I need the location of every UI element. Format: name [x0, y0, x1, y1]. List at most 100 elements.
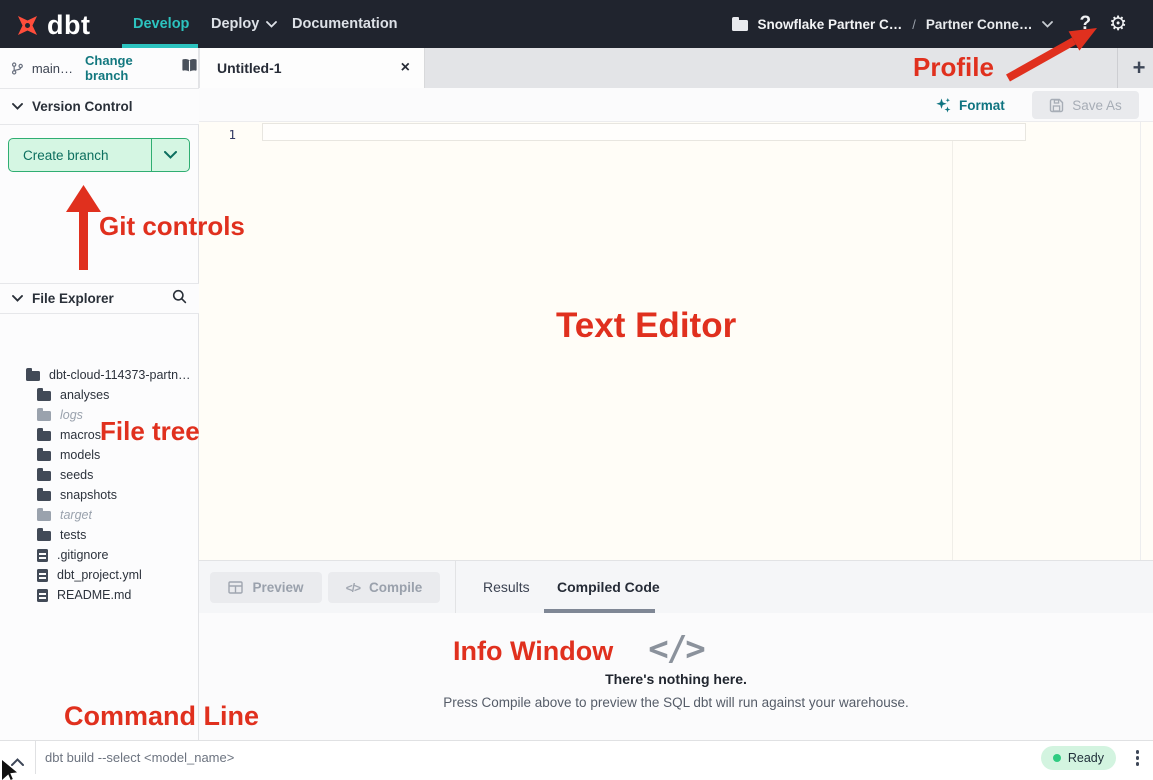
tab-compiled-code[interactable]: Compiled Code — [557, 561, 660, 614]
chevron-down-icon — [266, 21, 277, 28]
file-tree-item-dbt-project-yml[interactable]: dbt_project.yml — [0, 565, 199, 585]
file-explorer-header[interactable]: File Explorer — [0, 283, 199, 314]
dbt-cloud-ide: dbt Develop Deploy Documentation Snowfla… — [0, 0, 1153, 773]
dbt-logo[interactable]: dbt — [14, 10, 90, 41]
chevron-down-icon — [12, 295, 23, 302]
format-button[interactable]: Format — [935, 88, 1005, 122]
compile-label: Compile — [369, 580, 422, 595]
file-tree-item-snapshots[interactable]: snapshots — [0, 485, 199, 505]
breadcrumb-environment[interactable]: Partner Conne… — [926, 17, 1033, 32]
add-tab-button[interactable]: + — [1125, 48, 1153, 88]
command-line-bar: dbt build --select <model_name> Ready — [0, 740, 1153, 773]
gear-icon[interactable]: ⚙ — [1109, 14, 1127, 34]
text-editor[interactable]: 1 — [199, 122, 1153, 560]
help-icon[interactable]: ? — [1079, 13, 1091, 35]
code-icon: </> — [199, 629, 1153, 669]
sparkles-icon — [935, 97, 951, 113]
command-bar-divider — [35, 741, 36, 774]
file-tree-item-label: dbt-cloud-114373-partn… — [49, 368, 191, 382]
folder-icon — [37, 471, 51, 481]
info-window: </> There's nothing here. Press Compile … — [199, 613, 1153, 740]
file-explorer-title: File Explorer — [32, 291, 114, 306]
code-icon: </> — [346, 581, 360, 595]
folder-icon — [37, 531, 51, 541]
table-icon — [228, 581, 243, 594]
active-line-highlight[interactable] — [262, 123, 1026, 141]
folder-icon — [37, 451, 51, 461]
compile-button[interactable]: </> Compile — [328, 572, 440, 603]
branch-row: main… Change branch — [0, 48, 199, 88]
file-tree-item-label: .gitignore — [57, 548, 108, 562]
tab-title: Untitled-1 — [217, 60, 282, 76]
file-tree-item-tests[interactable]: tests — [0, 525, 199, 545]
file-tree-item-gitignore[interactable]: .gitignore — [0, 545, 199, 565]
nav-tab-documentation[interactable]: Documentation — [292, 0, 398, 48]
file-icon — [37, 569, 48, 582]
file-tree-item-root[interactable]: dbt-cloud-114373-partn… — [0, 365, 199, 385]
folder-open-icon — [26, 371, 40, 381]
file-tree-item-models[interactable]: models — [0, 445, 199, 465]
empty-state-title: There's nothing here. — [199, 671, 1153, 687]
change-branch-link[interactable]: Change branch — [85, 53, 166, 83]
sidebar: main… Change branch Version Control Crea… — [0, 48, 199, 740]
file-tree-item-macros[interactable]: macros — [0, 425, 199, 445]
file-tree-item-label: seeds — [60, 468, 93, 482]
breadcrumb-project[interactable]: Snowflake Partner C… — [758, 17, 903, 32]
format-label: Format — [959, 98, 1005, 113]
search-icon[interactable] — [172, 289, 187, 309]
save-as-button[interactable]: Save As — [1032, 91, 1139, 119]
nav-tab-deploy[interactable]: Deploy — [211, 0, 277, 48]
project-folder-icon — [732, 20, 748, 31]
file-tree-item-target[interactable]: target — [0, 505, 199, 525]
version-control-header[interactable]: Version Control — [0, 88, 199, 125]
editor-scroll-gutter — [1140, 122, 1141, 560]
file-tree-item-label: logs — [60, 408, 83, 422]
file-tree-item-readme[interactable]: README.md — [0, 585, 199, 605]
file-tree-item-label: target — [60, 508, 92, 522]
close-icon[interactable]: × — [401, 59, 410, 77]
docs-book-icon[interactable] — [180, 58, 199, 78]
editor-tab-bar: Untitled-1 × + — [199, 48, 1153, 88]
create-branch-dropdown[interactable] — [151, 139, 189, 171]
git-branch-icon — [11, 61, 24, 76]
chevron-down-icon — [164, 151, 177, 159]
nav-tab-develop[interactable]: Develop — [133, 0, 189, 48]
column-ruler — [952, 141, 953, 560]
tab-untitled-1[interactable]: Untitled-1 × — [200, 48, 425, 88]
tab-results[interactable]: Results — [483, 561, 530, 614]
dbt-logo-icon — [8, 6, 46, 44]
command-input[interactable]: dbt build --select <model_name> — [45, 741, 234, 774]
top-nav: dbt Develop Deploy Documentation Snowfla… — [0, 0, 1153, 48]
file-tree-item-analyses[interactable]: analyses — [0, 385, 199, 405]
brand-text: dbt — [47, 10, 90, 41]
tab-bar-divider — [1117, 48, 1118, 88]
file-tree-item-label: dbt_project.yml — [57, 568, 142, 582]
file-tree-item-label: macros — [60, 428, 101, 442]
preview-label: Preview — [252, 580, 303, 595]
file-tree-item-label: models — [60, 448, 100, 462]
folder-icon — [37, 431, 51, 441]
chevron-up-icon[interactable] — [11, 753, 24, 771]
kebab-menu-icon[interactable] — [1134, 748, 1142, 768]
file-tree-item-logs[interactable]: logs — [0, 405, 199, 425]
file-tree-item-label: README.md — [57, 588, 131, 602]
file-tree-item-label: snapshots — [60, 488, 117, 502]
results-panel-header: Preview </> Compile Results Compiled Cod… — [199, 560, 1153, 613]
file-tree-item-seeds[interactable]: seeds — [0, 465, 199, 485]
folder-icon — [37, 411, 51, 421]
current-branch-name: main… — [32, 61, 73, 76]
create-branch-button[interactable]: Create branch — [8, 138, 190, 172]
chevron-down-icon[interactable] — [1042, 21, 1053, 28]
create-branch-label: Create branch — [9, 139, 151, 171]
status-badge: Ready — [1041, 746, 1116, 770]
file-tree-item-label: tests — [60, 528, 86, 542]
folder-icon — [37, 511, 51, 521]
nav-tab-deploy-label: Deploy — [211, 0, 259, 48]
save-icon — [1049, 98, 1064, 113]
status-dot-icon — [1053, 754, 1061, 762]
status-label: Ready — [1068, 751, 1104, 765]
preview-button[interactable]: Preview — [210, 572, 322, 603]
folder-icon — [37, 491, 51, 501]
file-icon — [37, 589, 48, 602]
version-control-title: Version Control — [32, 99, 133, 114]
